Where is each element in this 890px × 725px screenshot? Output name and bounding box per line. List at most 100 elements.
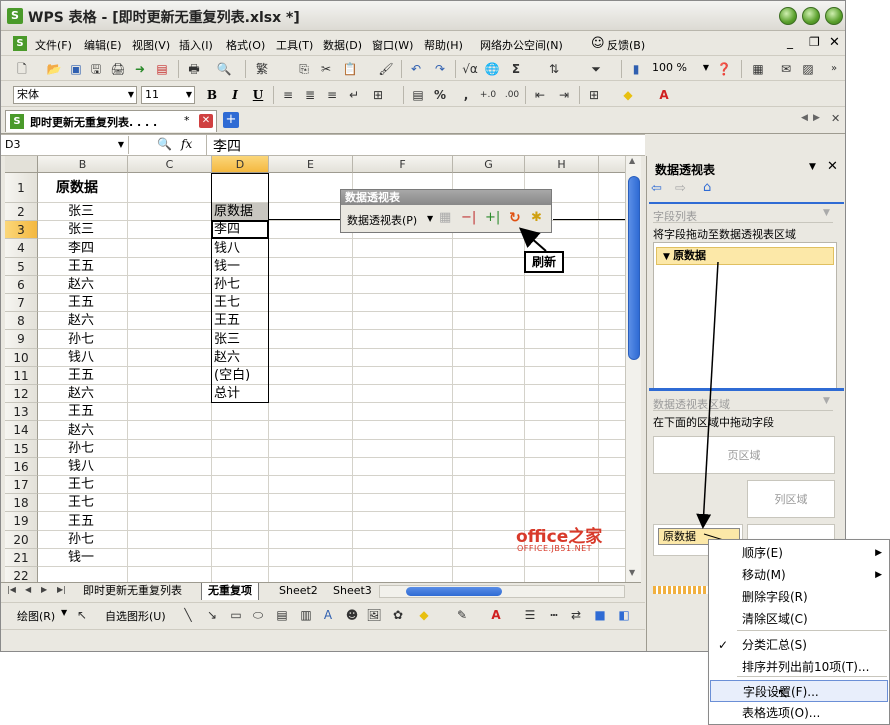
row-header[interactable]: 21 [5, 548, 38, 567]
menu-view[interactable]: 视图(V) [132, 37, 170, 53]
menu-file[interactable]: 文件(F) [35, 37, 72, 53]
pane-menu-icon[interactable]: ▼ [809, 162, 816, 172]
function-icon[interactable]: √α [461, 60, 479, 78]
chart-icon[interactable]: ▮ [627, 60, 645, 78]
increase-decimal-icon[interactable]: +.0 [479, 86, 497, 104]
autosum-icon[interactable]: Σ [507, 60, 525, 78]
vertical-textbox-icon[interactable]: ▥ [297, 606, 315, 624]
cell-b[interactable]: 孙七 [68, 531, 94, 549]
row-header[interactable]: 11 [5, 366, 38, 385]
cell-b[interactable]: 钱八 [68, 458, 94, 476]
ellipse-icon[interactable]: ⬭ [249, 606, 267, 624]
cell-b[interactable]: 王七 [68, 494, 94, 512]
pivot-toolbar-title[interactable]: 数据透视表 [341, 190, 551, 205]
diagram-icon[interactable]: ✿ [389, 606, 407, 624]
cut-icon[interactable]: ✂ [317, 60, 335, 78]
context-menu-item[interactable]: 排序并列出前10项(T)... [710, 656, 888, 678]
context-menu-item[interactable]: 移动(M) ▶ [710, 564, 888, 586]
rectangle-icon[interactable]: ▭ [227, 606, 245, 624]
font-name-combo[interactable]: 宋体 ▼ [13, 86, 137, 104]
window-split-icon[interactable]: ▦ [749, 60, 767, 78]
field-list-collapse-icon[interactable]: ▼ [823, 208, 830, 218]
row-header[interactable]: 2 [5, 203, 38, 222]
doc-tab[interactable]: S 即时更新无重复列表. . . . * ✕ [5, 110, 217, 132]
currency-icon[interactable]: ▤ [409, 86, 427, 104]
cell-b[interactable]: 孙七 [68, 331, 94, 349]
font-size-combo[interactable]: 11 ▼ [141, 86, 195, 104]
pdf-export-icon[interactable]: ▤ [153, 60, 171, 78]
align-center-icon[interactable]: ≣ [301, 86, 319, 104]
help-icon[interactable]: ❓ [715, 60, 733, 78]
open-icon[interactable]: 📂 [45, 60, 63, 78]
pane-back-icon[interactable]: ⇦ [651, 181, 662, 196]
first-sheet-icon[interactable]: |◀ [7, 585, 16, 594]
select-pointer-icon[interactable]: ↖ [73, 606, 91, 624]
horizontal-scrollbar[interactable] [379, 585, 625, 598]
percent-button[interactable]: % [431, 86, 449, 104]
borders-icon[interactable]: ⊞ [585, 86, 603, 104]
column-header[interactable]: E [269, 156, 353, 173]
pivot-menu[interactable]: 数据透视表(P) [347, 212, 417, 228]
cell-b[interactable]: 王五 [68, 258, 94, 276]
menu-help[interactable]: 帮助(H) [424, 37, 463, 53]
select-all-corner[interactable] [5, 156, 38, 173]
menu-tools[interactable]: 工具(T) [276, 37, 313, 53]
tab-scroll-right-icon[interactable]: ▶ [813, 113, 820, 123]
cell-b[interactable]: 王七 [68, 476, 94, 494]
cell-b[interactable]: 王五 [68, 513, 94, 531]
menu-format[interactable]: 格式(O) [226, 37, 265, 53]
context-menu-item[interactable]: 分类汇总(S) ✓ [710, 634, 888, 656]
row-header[interactable]: 22 [5, 567, 38, 582]
filter-icon[interactable]: ⏷ [587, 60, 605, 78]
cell-b[interactable]: 王五 [68, 294, 94, 312]
row-header[interactable]: 13 [5, 403, 38, 422]
align-right-icon[interactable]: ≡ [323, 86, 341, 104]
tab-close-all-icon[interactable]: ✕ [831, 112, 840, 125]
underline-button[interactable]: U [249, 86, 267, 104]
redo-icon[interactable]: ↷ [431, 60, 449, 78]
bold-button[interactable]: B [203, 86, 221, 104]
row-header[interactable]: 6 [5, 275, 38, 294]
row-header[interactable]: 15 [5, 439, 38, 458]
insert-picture-icon[interactable]: 🖼 [365, 606, 383, 624]
merge-center-icon[interactable]: ⊞ [369, 86, 387, 104]
column-header[interactable]: G [453, 156, 525, 173]
preview-icon[interactable]: 🔍 [215, 60, 233, 78]
row-header[interactable]: 5 [5, 257, 38, 276]
permission-icon[interactable]: 🖫 [87, 60, 105, 78]
arrow-icon[interactable]: ↘ [203, 606, 221, 624]
hyperlink-icon[interactable]: 🌐 [483, 60, 501, 78]
pivot-hide-detail-icon[interactable]: −| [461, 210, 476, 225]
column-header[interactable]: B [38, 156, 128, 173]
paste-icon[interactable]: 📋 [341, 60, 359, 78]
area-collapse-icon[interactable]: ▼ [823, 396, 830, 406]
page-area-box[interactable]: 页区域 [653, 436, 835, 474]
row-header[interactable]: 17 [5, 476, 38, 495]
wordart-icon[interactable]: A [319, 606, 337, 624]
doc-minimize-icon[interactable]: _ [787, 35, 793, 49]
vertical-scroll-thumb[interactable] [628, 176, 640, 360]
save-icon[interactable]: ▣ [67, 60, 85, 78]
context-menu-item[interactable]: 清除区域(C) [710, 608, 888, 630]
name-box[interactable]: D3 ▼ [1, 136, 129, 154]
cell-b[interactable]: 张三 [68, 221, 94, 239]
pivot-refresh-icon[interactable]: ↻ [509, 210, 521, 226]
menu-edit[interactable]: 编辑(E) [84, 37, 122, 53]
copy-icon[interactable]: ⎘ [295, 60, 313, 78]
autoshape-menu[interactable]: 自选图形(U) [105, 608, 166, 624]
pane-forward-icon[interactable]: ⇨ [675, 181, 686, 196]
tab-scroll-left-icon[interactable]: ◀ [801, 113, 808, 123]
prev-sheet-icon[interactable]: ◀ [25, 585, 31, 594]
doc-restore-icon[interactable]: ❐ [809, 35, 820, 49]
cell-b[interactable]: 赵六 [68, 276, 94, 294]
menu-network-office[interactable]: 网络办公空间(N) [480, 37, 563, 53]
column-header[interactable]: C [128, 156, 212, 173]
traditional-chinese-icon[interactable]: 繁 [253, 60, 271, 78]
menu-feedback[interactable]: 反馈(B) [607, 37, 645, 53]
align-left-icon[interactable]: ≡ [279, 86, 297, 104]
cell-b[interactable]: 原数据 [56, 179, 98, 197]
column-header[interactable] [599, 156, 625, 173]
cell-b[interactable]: 钱一 [68, 549, 94, 567]
pane-close-icon[interactable]: ✕ [827, 159, 838, 174]
menu-window[interactable]: 窗口(W) [372, 37, 413, 53]
